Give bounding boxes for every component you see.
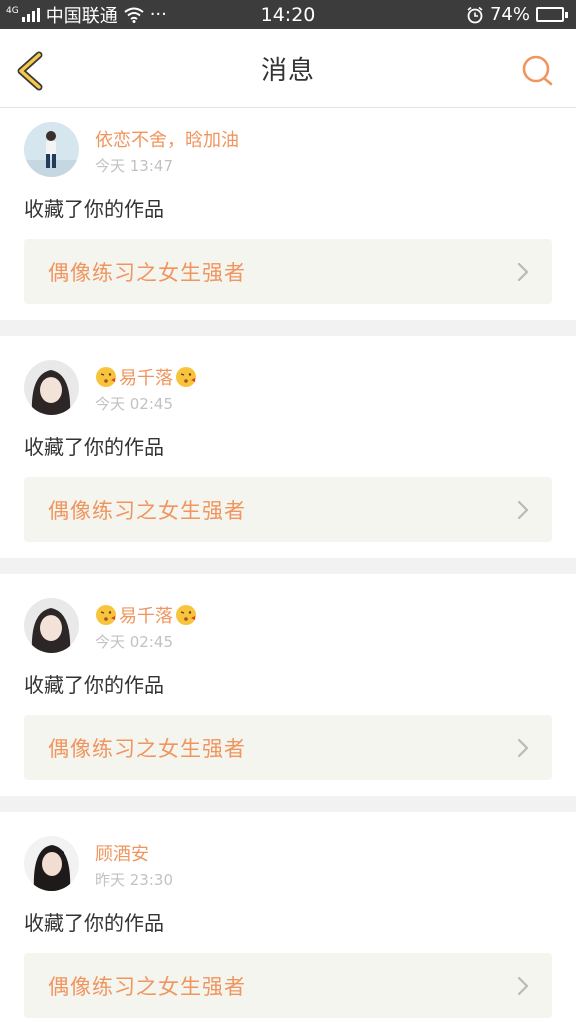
timestamp: 今天 13:47 (95, 157, 173, 175)
network-type: 4G (6, 6, 19, 16)
avatar[interactable] (24, 836, 79, 891)
work-title: 偶像练习之女生强者 (48, 974, 246, 999)
messages-screen: 4G 中国联通 ··· 14:20 74% 消息 依恋不舍，晗加油 今天 13:… (0, 0, 576, 1024)
notification-item: 易千落 今天 02:45 收藏了你的作品 偶像练习之女生强者 (0, 574, 576, 780)
chevron-right-icon (517, 500, 529, 519)
timestamp: 今天 02:45 (95, 633, 173, 651)
status-bar: 4G 中国联通 ··· 14:20 74% (0, 0, 576, 29)
username[interactable]: 依恋不舍，晗加油 (95, 126, 239, 152)
work-link[interactable]: 偶像练习之女生强者 (24, 477, 552, 542)
work-title: 偶像练习之女生强者 (48, 736, 246, 761)
chevron-right-icon (517, 262, 529, 281)
username-text: 易千落 (119, 606, 173, 627)
notification-item: 依恋不舍，晗加油 今天 13:47 收藏了你的作品 偶像练习之女生强者 (0, 108, 576, 304)
kiss-emoji-icon (96, 605, 116, 625)
username[interactable]: 易千落 (95, 602, 197, 628)
kiss-emoji-icon (176, 605, 196, 625)
timestamp: 今天 02:45 (95, 395, 173, 413)
notification-list: 依恋不舍，晗加油 今天 13:47 收藏了你的作品 偶像练习之女生强者 易千落 … (0, 108, 576, 1018)
work-link[interactable]: 偶像练习之女生强者 (24, 239, 552, 304)
search-icon[interactable] (520, 53, 556, 89)
more-indicator: ··· (149, 4, 167, 25)
carrier-name: 中国联通 (45, 5, 118, 27)
work-title: 偶像练习之女生强者 (48, 498, 246, 523)
username-text: 顾酒安 (95, 844, 149, 865)
divider (0, 796, 576, 812)
nav-bar: 消息 (0, 29, 576, 108)
avatar[interactable] (24, 360, 79, 415)
divider (0, 320, 576, 336)
timestamp: 昨天 23:30 (95, 871, 173, 889)
notification-item: 顾酒安 昨天 23:30 收藏了你的作品 偶像练习之女生强者 (0, 812, 576, 1018)
page-title: 消息 (260, 55, 315, 86)
back-chevron-icon[interactable] (12, 51, 48, 91)
wifi-icon (124, 7, 144, 23)
action-text: 收藏了你的作品 (24, 911, 164, 935)
avatar[interactable] (24, 122, 79, 177)
work-link[interactable]: 偶像练习之女生强者 (24, 715, 552, 780)
kiss-emoji-icon (96, 367, 116, 387)
chevron-right-icon (517, 738, 529, 757)
username[interactable]: 顾酒安 (95, 840, 173, 866)
notification-item: 易千落 今天 02:45 收藏了你的作品 偶像练习之女生强者 (0, 336, 576, 542)
divider (0, 558, 576, 574)
work-title: 偶像练习之女生强者 (48, 260, 246, 285)
work-link[interactable]: 偶像练习之女生强者 (24, 953, 552, 1018)
battery-percent: 74% (489, 4, 530, 25)
action-text: 收藏了你的作品 (24, 673, 164, 697)
avatar[interactable] (24, 598, 79, 653)
username-text: 易千落 (119, 368, 173, 389)
username-text: 依恋不舍，晗加油 (95, 130, 239, 151)
alarm-icon (467, 6, 483, 23)
action-text: 收藏了你的作品 (24, 197, 164, 221)
battery-icon (536, 7, 568, 22)
chevron-right-icon (517, 976, 529, 995)
signal-icon: 4G (6, 7, 40, 22)
kiss-emoji-icon (176, 367, 196, 387)
action-text: 收藏了你的作品 (24, 435, 164, 459)
username[interactable]: 易千落 (95, 364, 197, 390)
